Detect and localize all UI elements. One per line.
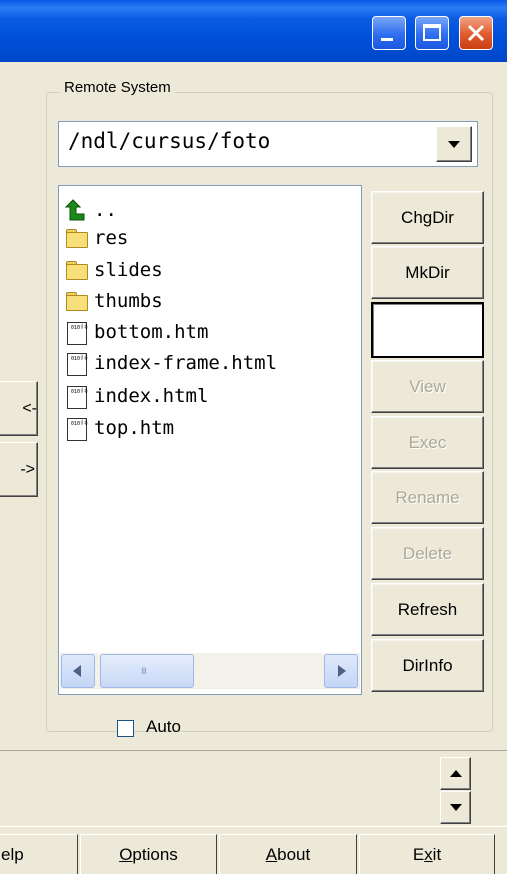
list-item[interactable]: index.html bbox=[64, 381, 208, 411]
close-icon bbox=[467, 24, 485, 42]
maximize-button[interactable] bbox=[415, 16, 449, 50]
up-folder-icon bbox=[64, 198, 88, 222]
exit-label: Exit bbox=[412, 844, 442, 864]
rename-button[interactable]: Rename bbox=[371, 471, 484, 524]
dirinfo-button[interactable]: DirInfo bbox=[371, 639, 484, 692]
file-icon bbox=[64, 351, 88, 376]
status-panel bbox=[0, 750, 507, 827]
file-name: thumbs bbox=[94, 290, 163, 312]
about-button[interactable]: About bbox=[219, 834, 357, 874]
scroll-left-button[interactable] bbox=[61, 654, 95, 688]
list-item[interactable]: thumbs bbox=[64, 286, 163, 316]
file-name: index-frame.html bbox=[94, 352, 278, 374]
folder-icon bbox=[64, 258, 88, 282]
auto-checkbox[interactable] bbox=[117, 720, 134, 737]
list-item[interactable]: index-frame.html bbox=[64, 348, 277, 378]
file-icon bbox=[64, 384, 88, 409]
chevron-down-icon bbox=[448, 141, 460, 148]
help-button[interactable]: elp bbox=[0, 834, 78, 874]
file-name: slides bbox=[94, 259, 163, 281]
help-label: elp bbox=[1, 844, 24, 864]
file-icon bbox=[64, 416, 88, 441]
view-button[interactable]: View bbox=[371, 360, 484, 413]
close-button[interactable] bbox=[459, 16, 493, 50]
transfer-to-local-label: <- bbox=[22, 399, 37, 417]
title-bar[interactable] bbox=[0, 0, 507, 62]
transfer-to-remote-button[interactable]: -> bbox=[0, 442, 38, 497]
combo-dropdown-button[interactable] bbox=[436, 126, 472, 162]
mkdir-button[interactable]: MkDir bbox=[371, 246, 484, 299]
horizontal-scrollbar[interactable]: III bbox=[60, 653, 360, 689]
list-item[interactable]: .. bbox=[64, 195, 117, 225]
exec-button[interactable]: Exec bbox=[371, 416, 484, 469]
list-item[interactable]: bottom.htm bbox=[64, 317, 208, 347]
transfer-to-remote-label: -> bbox=[20, 460, 35, 478]
remote-path-value: /ndl/cursus/foto bbox=[68, 129, 271, 153]
directory-name-input[interactable] bbox=[371, 302, 484, 358]
spin-up-button[interactable] bbox=[440, 757, 471, 790]
minimize-icon bbox=[381, 38, 393, 41]
grip-icon: III bbox=[141, 667, 147, 677]
exit-button[interactable]: Exit bbox=[359, 834, 495, 874]
refresh-button[interactable]: Refresh bbox=[371, 583, 484, 636]
auto-label: Auto bbox=[146, 717, 181, 736]
list-item[interactable]: top.htm bbox=[64, 413, 174, 443]
file-icon bbox=[64, 320, 88, 345]
delete-button[interactable]: Delete bbox=[371, 527, 484, 580]
file-name: bottom.htm bbox=[94, 321, 209, 343]
list-item[interactable]: res bbox=[64, 223, 128, 253]
options-label: Options bbox=[119, 844, 178, 864]
arrow-down-icon bbox=[450, 804, 462, 811]
folder-icon bbox=[64, 289, 88, 313]
spin-down-button[interactable] bbox=[440, 791, 471, 824]
chgdir-button[interactable]: ChgDir bbox=[371, 191, 484, 244]
file-name: top.htm bbox=[94, 417, 175, 439]
options-button[interactable]: Options bbox=[80, 834, 217, 874]
arrow-left-icon bbox=[73, 665, 81, 677]
transfer-to-local-button[interactable]: <- bbox=[0, 381, 38, 436]
arrow-up-icon bbox=[450, 770, 462, 777]
about-label: About bbox=[265, 844, 311, 864]
remote-system-label: Remote System bbox=[60, 79, 175, 96]
file-name: .. bbox=[94, 199, 117, 221]
folder-icon bbox=[64, 226, 88, 250]
minimize-button[interactable] bbox=[372, 16, 406, 50]
file-name: index.html bbox=[94, 385, 209, 407]
arrow-right-icon bbox=[338, 665, 346, 677]
file-name: res bbox=[94, 227, 129, 249]
list-item[interactable]: slides bbox=[64, 255, 163, 285]
scrollbar-thumb[interactable]: III bbox=[100, 654, 194, 688]
scroll-right-button[interactable] bbox=[324, 654, 358, 688]
maximize-icon bbox=[423, 24, 441, 41]
